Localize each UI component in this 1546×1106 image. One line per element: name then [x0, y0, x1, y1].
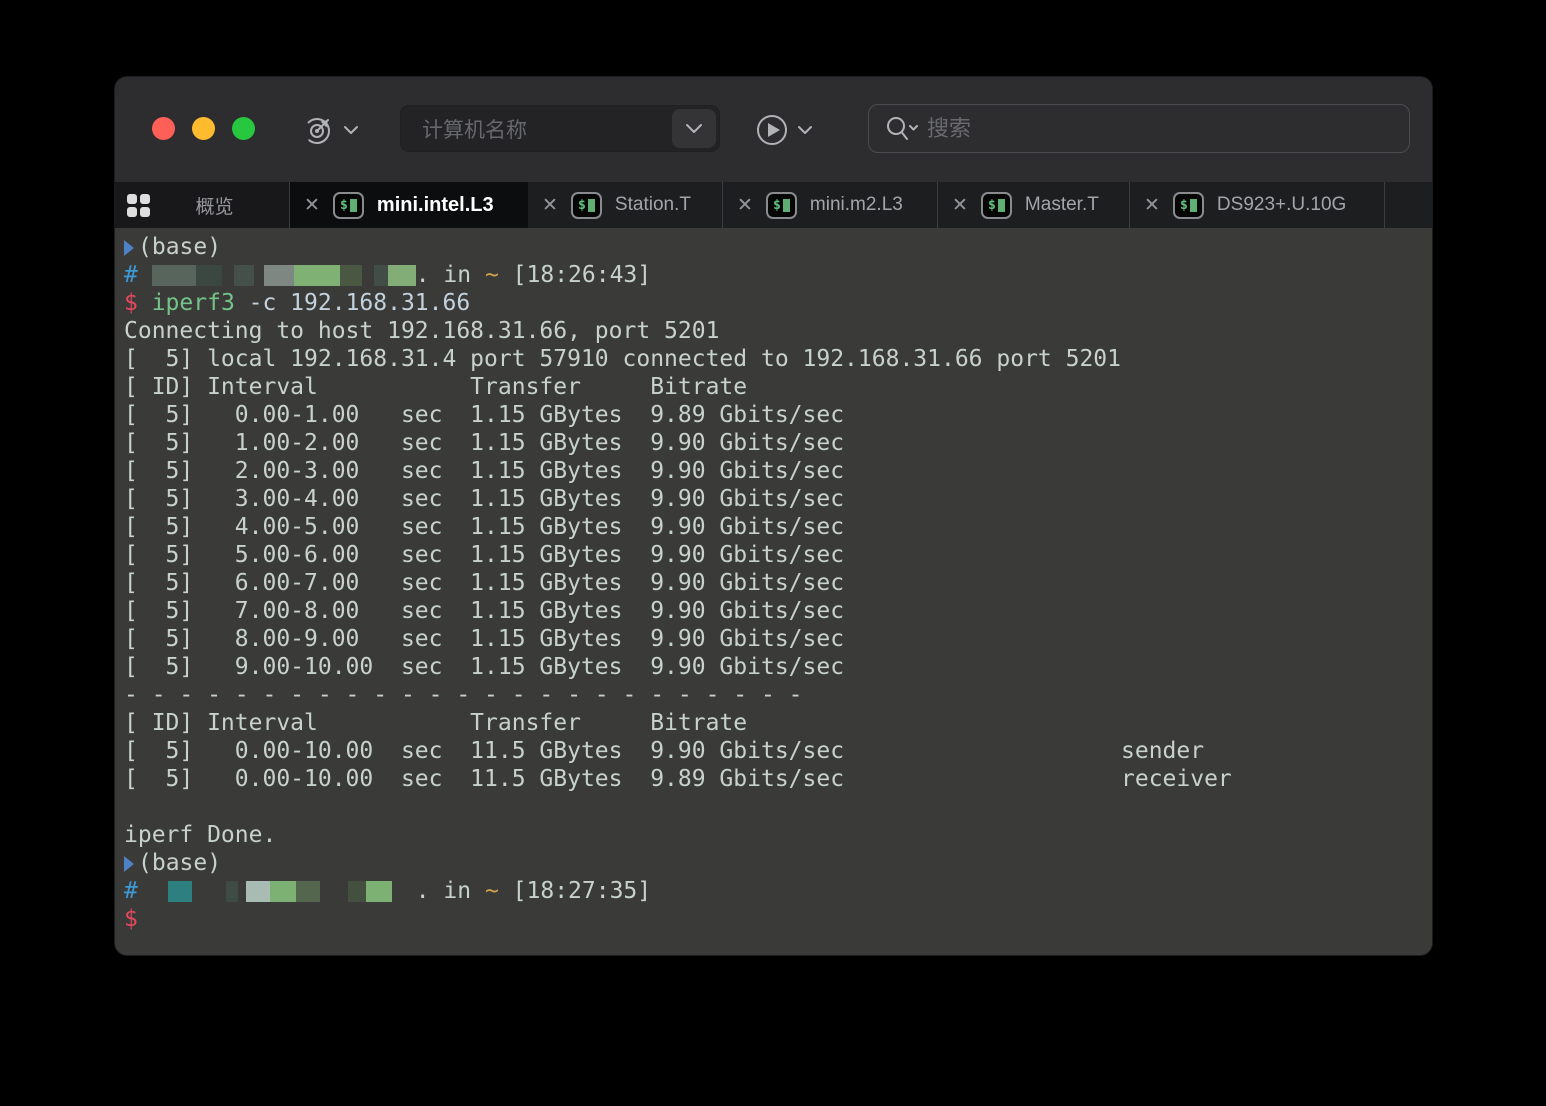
- redacted-block: [196, 265, 222, 286]
- tab-mini-intel-l3[interactable]: $ mini.intel.L3: [290, 182, 528, 228]
- terminal-line: iperf Done.: [124, 821, 1422, 849]
- redacted-block: [264, 265, 294, 286]
- terminal-line: # . in ~ [18:26:43]: [124, 261, 1422, 289]
- tab-label: DS923+.U.10G: [1217, 194, 1346, 216]
- redacted-block: [348, 881, 366, 902]
- redacted-block: [238, 881, 246, 902]
- terminal-line: [ 5] 3.00-4.00 sec 1.15 GBytes 9.90 Gbit…: [124, 485, 1422, 513]
- redacted-block: [152, 265, 196, 286]
- minimize-window-button[interactable]: [192, 117, 215, 140]
- play-circle-icon: [755, 113, 789, 147]
- redacted-block: [168, 881, 192, 902]
- tab-label: mini.m2.L3: [810, 194, 903, 216]
- close-tab-icon[interactable]: [737, 196, 753, 215]
- computer-name-placeholder: 计算机名称: [400, 114, 672, 144]
- close-tab-icon[interactable]: [1144, 196, 1160, 215]
- zoom-window-button[interactable]: [232, 117, 255, 140]
- prompt-arrow-icon: [124, 856, 134, 872]
- chevron-down-icon: [797, 125, 813, 135]
- redacted-block: [222, 265, 234, 286]
- redacted-block: [374, 265, 388, 286]
- tab-label: mini.intel.L3: [377, 194, 494, 217]
- terminal-line: [ 5] 1.00-2.00 sec 1.15 GBytes 9.90 Gbit…: [124, 429, 1422, 457]
- redacted-block: [388, 265, 416, 286]
- terminal-line: $: [124, 905, 1422, 933]
- terminal-line: [ 5] 0.00-10.00 sec 11.5 GBytes 9.89 Gbi…: [124, 765, 1422, 793]
- redacted-block: [362, 265, 374, 286]
- redacted-block: [246, 881, 270, 902]
- terminal-line: [ 5] 4.00-5.00 sec 1.15 GBytes 9.90 Gbit…: [124, 513, 1422, 541]
- terminal-line: Connecting to host 192.168.31.66, port 5…: [124, 317, 1422, 345]
- redacted-block: [296, 881, 320, 902]
- terminal-icon: $: [333, 192, 364, 219]
- terminal-line: [ 5] 0.00-1.00 sec 1.15 GBytes 9.89 Gbit…: [124, 401, 1422, 429]
- search-field[interactable]: [868, 104, 1410, 153]
- connect-button[interactable]: [301, 113, 359, 147]
- close-tab-icon[interactable]: [304, 196, 320, 215]
- tab-station-t[interactable]: $ Station.T: [528, 182, 723, 228]
- tab-overview[interactable]: 概览: [115, 182, 290, 228]
- search-icon: [885, 116, 919, 142]
- redacted-block: [270, 881, 296, 902]
- tab-bar: 概览 $ mini.intel.L3 $ Station.T $ mini.m2…: [115, 182, 1432, 228]
- terminal-line: [ 5] 2.00-3.00 sec 1.15 GBytes 9.90 Gbit…: [124, 457, 1422, 485]
- redacted-block: [234, 265, 254, 286]
- terminal-icon: $: [1173, 192, 1204, 219]
- terminal-line: [ 5] 8.00-9.00 sec 1.15 GBytes 9.90 Gbit…: [124, 625, 1422, 653]
- terminal-line: (base): [124, 233, 1422, 261]
- tab-ds923-u-10g[interactable]: $ DS923+.U.10G: [1130, 182, 1385, 228]
- tab-label: 概览: [195, 192, 233, 219]
- terminal-icon: $: [571, 192, 602, 219]
- terminal-line: [ 5] 5.00-6.00 sec 1.15 GBytes 9.90 Gbit…: [124, 541, 1422, 569]
- terminal-icon: $: [766, 192, 797, 219]
- search-input[interactable]: [927, 116, 1409, 142]
- terminal-icon: $: [981, 192, 1012, 219]
- redacted-block: [320, 881, 348, 902]
- terminal-line: [ ID] Interval Transfer Bitrate: [124, 373, 1422, 401]
- app-window: 计算机名称: [115, 77, 1432, 955]
- prompt-arrow-icon: [124, 240, 134, 256]
- terminal-line: $ iperf3 -c 192.168.31.66: [124, 289, 1422, 317]
- redacted-block: [226, 881, 238, 902]
- terminal-line: # . in ~ [18:27:35]: [124, 877, 1422, 905]
- title-bar: 计算机名称: [115, 77, 1432, 182]
- terminal-line: [ 5] 9.00-10.00 sec 1.15 GBytes 9.90 Gbi…: [124, 653, 1422, 681]
- computer-name-dropdown-button[interactable]: [672, 109, 716, 148]
- chevron-down-icon: [685, 123, 703, 134]
- terminal-line: (base): [124, 849, 1422, 877]
- target-dart-icon: [301, 113, 335, 147]
- terminal-line: [ 5] 6.00-7.00 sec 1.15 GBytes 9.90 Gbit…: [124, 569, 1422, 597]
- overview-grid-icon: [127, 194, 150, 217]
- tab-mini-m2-l3[interactable]: $ mini.m2.L3: [723, 182, 938, 228]
- tab-master-t[interactable]: $ Master.T: [938, 182, 1130, 228]
- terminal-line: [ 5] local 192.168.31.4 port 57910 conne…: [124, 345, 1422, 373]
- tab-bar-filler: [1385, 182, 1432, 228]
- computer-name-combobox[interactable]: 计算机名称: [400, 105, 720, 152]
- close-tab-icon[interactable]: [952, 196, 968, 215]
- chevron-down-icon: [343, 125, 359, 135]
- redacted-block: [254, 265, 264, 286]
- terminal-line: [ 5] 0.00-10.00 sec 11.5 GBytes 9.90 Gbi…: [124, 737, 1422, 765]
- tab-label: Station.T: [615, 194, 691, 216]
- terminal-line: [124, 793, 1422, 821]
- close-window-button[interactable]: [152, 117, 175, 140]
- redacted-block: [340, 265, 362, 286]
- terminal-line: [ 5] 7.00-8.00 sec 1.15 GBytes 9.90 Gbit…: [124, 597, 1422, 625]
- terminal-line: [ ID] Interval Transfer Bitrate: [124, 709, 1422, 737]
- close-tab-icon[interactable]: [542, 196, 558, 215]
- redacted-block: [366, 881, 392, 902]
- redacted-block: [392, 881, 416, 902]
- tab-label: Master.T: [1025, 194, 1099, 216]
- terminal-output[interactable]: (base)# . in ~ [18:26:43]$ iperf3 -c 192…: [115, 228, 1432, 955]
- terminal-line: - - - - - - - - - - - - - - - - - - - - …: [124, 681, 1422, 709]
- redacted-block: [294, 265, 340, 286]
- redacted-block: [152, 881, 168, 902]
- redacted-block: [192, 881, 226, 902]
- run-button[interactable]: [755, 113, 813, 147]
